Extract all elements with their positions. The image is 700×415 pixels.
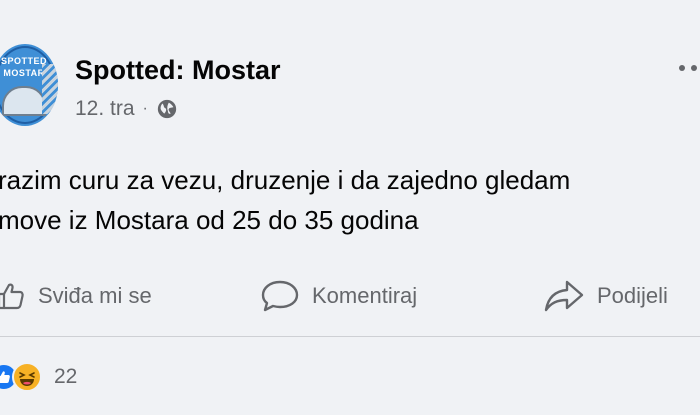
divider (0, 336, 700, 337)
share-label: Podijeli (597, 283, 668, 308)
share-arrow-icon (544, 280, 584, 312)
post-meta: 12. tra · (75, 96, 178, 122)
more-options-icon[interactable] (676, 58, 700, 78)
post-text: razim curu za vezu, druzenje i da zajedn… (0, 165, 571, 235)
bridge-illustration (2, 86, 46, 116)
post-date[interactable]: 12. tra (75, 97, 135, 121)
reaction-count: 22 (54, 365, 78, 388)
avatar-stripes (42, 64, 58, 114)
like-label: Sviđa mi se (38, 283, 152, 308)
meta-separator: · (142, 100, 148, 117)
like-button[interactable]: Sviđa mi se (0, 276, 152, 316)
thumbs-up-icon (0, 283, 24, 310)
globe-icon[interactable] (156, 98, 178, 120)
haha-reaction-icon (12, 362, 42, 392)
page-avatar[interactable]: SPOTTED MOSTAR (0, 44, 58, 126)
share-button[interactable]: Podijeli (543, 276, 668, 316)
comment-label: Komentiraj (312, 283, 418, 308)
post-actions-bar: Sviđa mi se Komentiraj Podijeli (0, 268, 700, 324)
comment-button[interactable]: Komentiraj (260, 276, 417, 316)
page-name[interactable]: Spotted: Mostar (75, 55, 281, 86)
comment-icon (261, 280, 299, 312)
facebook-post: SPOTTED MOSTAR Spotted: Mostar 12. tra ·… (0, 0, 700, 415)
reaction-summary[interactable]: 22 (0, 362, 77, 392)
